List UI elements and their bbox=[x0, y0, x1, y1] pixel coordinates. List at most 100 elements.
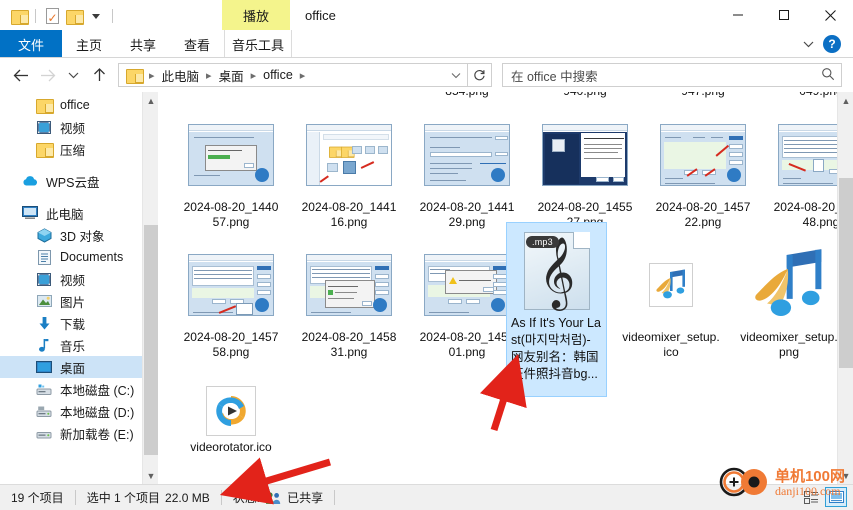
list-item[interactable]: 2024-08-20_145527.png bbox=[535, 110, 635, 230]
question-mark-icon[interactable]: ? bbox=[823, 35, 841, 53]
list-item[interactable]: 2024-08-20_145722.png bbox=[653, 110, 753, 230]
list-item[interactable]: 947.png bbox=[653, 92, 753, 99]
list-item[interactable]: videorotator.ico bbox=[181, 382, 281, 455]
list-item[interactable]: 854.png bbox=[417, 92, 517, 99]
drive-c-icon bbox=[36, 381, 52, 397]
scrollbar-thumb[interactable] bbox=[144, 225, 158, 455]
tab-file[interactable]: 文件 bbox=[0, 30, 62, 58]
ribbon-right-controls: ? bbox=[799, 30, 849, 58]
sidebar-item-this-pc[interactable]: 此电脑 bbox=[0, 202, 142, 224]
screenshot-thumb bbox=[306, 254, 392, 316]
sidebar-item-downloads[interactable]: 下载 bbox=[0, 312, 142, 334]
screenshot-thumb bbox=[660, 124, 746, 186]
sidebar-item-documents[interactable]: Documents bbox=[0, 246, 142, 268]
file-list-view[interactable]: 854.png 940.png 947.png 049.png bbox=[159, 92, 837, 484]
breadcrumb-desktop[interactable]: 桌面 bbox=[217, 66, 246, 85]
status-sharing-state: 状态: 已共享 bbox=[222, 489, 334, 507]
sidebar-item-videos-2[interactable]: 视频 bbox=[0, 268, 142, 290]
sidebar-item-drive-c[interactable]: 本地磁盘 (C:) bbox=[0, 378, 142, 400]
3d-objects-icon bbox=[36, 227, 52, 243]
sidebar-item-compressed[interactable]: 压缩 bbox=[0, 138, 142, 160]
list-item[interactable]: videomixer_setup.ico bbox=[621, 240, 721, 360]
shared-people-icon bbox=[265, 491, 282, 505]
file-name: 2024-08-20_145748.png bbox=[773, 200, 837, 229]
file-name: 940.png bbox=[535, 92, 635, 99]
maximize-button[interactable] bbox=[761, 0, 807, 30]
list-item[interactable]: 2024-08-20_145831.png bbox=[299, 240, 399, 360]
recent-locations-icon[interactable] bbox=[60, 62, 86, 88]
breadcrumb[interactable]: ▸ 此电脑 ▸ 桌面 ▸ office ▸ bbox=[118, 63, 468, 87]
music-note-icon-large bbox=[747, 246, 831, 324]
list-item[interactable]: videomixer_setup.png bbox=[739, 240, 837, 360]
file-name: videomixer_setup.png bbox=[740, 330, 837, 359]
list-item-selected-mp3[interactable]: 𝄞 .mp3 As If It's Your Last(마지막처럼)-网友别名：… bbox=[506, 222, 607, 397]
file-thumbnail bbox=[771, 110, 837, 200]
forward-button[interactable] bbox=[34, 62, 60, 88]
chevron-down-icon[interactable] bbox=[445, 64, 467, 86]
search-icon[interactable] bbox=[821, 67, 835, 84]
divider bbox=[334, 490, 336, 505]
sidebar-item-drive-e[interactable]: 新加载卷 (E:) bbox=[0, 422, 142, 444]
sidebar-item-pictures[interactable]: 图片 bbox=[0, 290, 142, 312]
list-item[interactable]: 2024-08-20_145748.png bbox=[771, 110, 837, 230]
tab-view[interactable]: 查看 bbox=[170, 30, 224, 58]
search-input[interactable]: 在 office 中搜索 bbox=[502, 63, 842, 87]
file-thumbnail bbox=[417, 240, 517, 330]
sidebar-item-3d-objects[interactable]: 3D 对象 bbox=[0, 224, 142, 246]
video-folder-icon bbox=[36, 119, 52, 135]
file-name: 2024-08-20_145901.png bbox=[419, 330, 515, 359]
up-button[interactable] bbox=[86, 62, 112, 88]
list-item[interactable]: 940.png bbox=[535, 92, 635, 99]
sidebar-item-label: Documents bbox=[60, 250, 124, 264]
file-list-scrollbar[interactable]: ▲ ▼ bbox=[837, 92, 853, 484]
chevron-down-icon[interactable] bbox=[799, 35, 817, 53]
list-item[interactable]: 2024-08-20_145758.png bbox=[181, 240, 281, 360]
close-button[interactable] bbox=[807, 0, 853, 30]
file-name: 2024-08-20_144057.png bbox=[183, 200, 279, 229]
scroll-up-icon[interactable]: ▲ bbox=[838, 92, 853, 109]
list-item[interactable]: 2024-08-20_145901.png bbox=[417, 240, 517, 360]
properties-icon[interactable]: ✓ bbox=[41, 5, 63, 27]
back-button[interactable] bbox=[8, 62, 34, 88]
navigation-pane-scrollbar[interactable]: ▲ ▼ bbox=[142, 92, 158, 484]
divider bbox=[112, 9, 113, 23]
sidebar-item-drive-d[interactable]: 本地磁盘 (D:) bbox=[0, 400, 142, 422]
sidebar-item-desktop[interactable]: 桌面 bbox=[0, 356, 142, 378]
tab-music-tools[interactable]: 音乐工具 bbox=[224, 30, 293, 58]
customize-dropdown-icon[interactable] bbox=[85, 5, 107, 27]
screenshot-thumb bbox=[188, 254, 274, 316]
contextual-tab-play[interactable]: 播放 bbox=[222, 0, 290, 30]
navigation-pane[interactable]: office 视频 压缩 WPS云盘 此电脑 3D 对象 Documents 视… bbox=[0, 92, 142, 484]
watermark: 单机100网 danji100.com bbox=[719, 465, 845, 502]
list-item[interactable]: 049.png bbox=[771, 92, 837, 99]
screenshot-thumb bbox=[542, 124, 628, 186]
tab-home[interactable]: 主页 bbox=[62, 30, 116, 58]
list-item[interactable]: 2024-08-20_144116.png bbox=[299, 110, 399, 230]
list-item[interactable]: 2024-08-20_144057.png bbox=[181, 110, 281, 230]
scrollbar-thumb[interactable] bbox=[839, 178, 853, 368]
status-state-label: 状态: bbox=[232, 491, 261, 505]
breadcrumb-office[interactable]: office bbox=[261, 68, 295, 82]
file-thumbnail bbox=[181, 240, 281, 330]
sidebar-item-music[interactable]: 音乐 bbox=[0, 334, 142, 356]
breadcrumb-this-pc[interactable]: 此电脑 bbox=[160, 66, 202, 85]
minimize-button[interactable] bbox=[715, 0, 761, 30]
sidebar-item-videos[interactable]: 视频 bbox=[0, 116, 142, 138]
status-selection: 选中 1 个项目 22.0 MB bbox=[76, 489, 221, 507]
new-folder-icon[interactable] bbox=[63, 5, 85, 27]
tab-share[interactable]: 共享 bbox=[116, 30, 170, 58]
folder-icon[interactable] bbox=[8, 5, 30, 27]
file-name: 947.png bbox=[653, 92, 753, 99]
list-item[interactable]: 2024-08-20_144129.png bbox=[417, 110, 517, 230]
scroll-down-icon[interactable]: ▼ bbox=[143, 467, 159, 484]
file-name: videorotator.ico bbox=[190, 440, 272, 454]
sidebar-item-office[interactable]: office bbox=[0, 94, 142, 116]
this-pc-icon bbox=[22, 205, 38, 221]
file-name: 049.png bbox=[771, 92, 837, 99]
mp3-file-icon: 𝄞 .mp3 bbox=[524, 232, 590, 310]
refresh-icon[interactable] bbox=[468, 63, 492, 87]
scroll-up-icon[interactable]: ▲ bbox=[143, 92, 159, 109]
sidebar-item-wps-cloud[interactable]: WPS云盘 bbox=[0, 170, 142, 192]
main-area: office 视频 压缩 WPS云盘 此电脑 3D 对象 Documents 视… bbox=[0, 92, 853, 484]
